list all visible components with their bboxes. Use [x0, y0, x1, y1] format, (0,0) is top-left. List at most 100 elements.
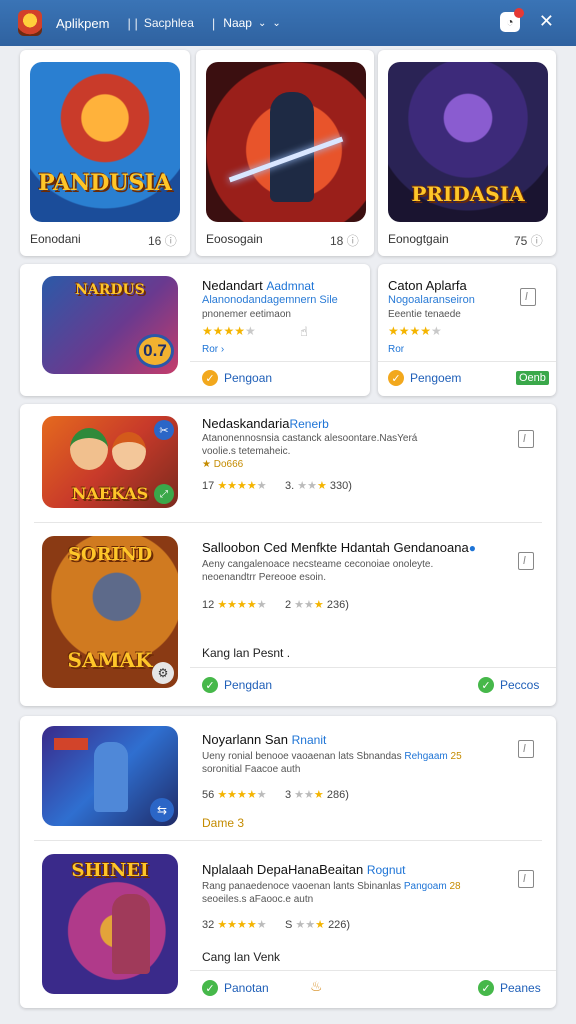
featured-art-title: PANDUSIA [38, 170, 172, 196]
hero-figure [94, 742, 128, 812]
bookmark-icon[interactable] [518, 740, 534, 758]
featured-card-2[interactable]: Eoosogain 18 ⓘ [196, 50, 374, 256]
featured-name: Eonogtgain [388, 232, 449, 246]
close-icon[interactable]: ✕ [539, 11, 554, 32]
divider [190, 361, 370, 362]
star-rating: ★★★★★ [388, 324, 442, 338]
secondary-button[interactable]: ✓ Peccos [478, 677, 539, 693]
featured-thumbnail[interactable] [206, 62, 366, 222]
app-title: Nplalaah DepaHanaBeaitan Rognut [202, 862, 406, 877]
bookmark-icon[interactable] [520, 288, 536, 306]
hero-silhouette [270, 92, 314, 202]
get-button-label: Pengoem [410, 371, 462, 385]
chevron-down-icon: ⌄ [272, 17, 281, 29]
expand-icon: ⤢ [154, 484, 174, 504]
app-logo-icon[interactable] [18, 10, 42, 36]
nav-dropdown[interactable]: Naap ⌄ ⌄ [223, 16, 280, 30]
app-description: Eeentie tenaede [388, 309, 461, 320]
app-thumbnail[interactable]: ⇆ [42, 726, 178, 826]
thumbs-up-icon[interactable]: ☝ [300, 324, 308, 340]
version-badge: 0.7 [136, 334, 174, 368]
hero-face [70, 428, 108, 470]
app-card-right[interactable]: Caton Aplarfa Nogoalaranseiron Eeentie t… [378, 264, 556, 396]
app-thumbnail[interactable]: NARDUS 0.7 [42, 276, 178, 374]
bell-icon: ◔ [506, 15, 514, 29]
extra-info: Dame 3 [202, 816, 245, 830]
rating-row: 17 ★★★★★ 3. ★★★ 330) [202, 480, 352, 492]
hero-figure [112, 894, 150, 974]
dropdown-glyph-icon: ⌄ [257, 17, 267, 29]
star-rating: ★★★★★ [202, 324, 256, 338]
check-icon: ✓ [202, 370, 218, 386]
app-title: Caton Aplarfa [388, 278, 467, 293]
rating-row: 12 ★★★★★ 2 ★★★ 236) [202, 599, 349, 611]
app-art-title: SHINEI [71, 860, 149, 881]
get-button[interactable]: ✓ Pengoem [388, 370, 461, 386]
app-thumbnail[interactable]: SHINEI [42, 854, 178, 994]
app-thumbnail[interactable]: SORIND SAMAK ⚙ [42, 536, 178, 688]
get-button[interactable]: ✓ Pengdan [202, 677, 272, 693]
more-link[interactable]: Ror [388, 344, 404, 355]
info-icon: ⓘ [530, 234, 543, 248]
status-badge: Oenb [516, 371, 549, 385]
bookmark-icon[interactable] [518, 870, 534, 888]
check-icon: ✓ [202, 980, 218, 996]
extra-info: Kang lan Pesnt . [202, 646, 291, 660]
nav-link-search[interactable]: Sacphlea [144, 16, 194, 30]
settings-icon: ⚙ [152, 662, 174, 684]
app-title: Salloobon Ced Menfkte Hdantah Gendanoana… [202, 540, 476, 555]
featured-count: 75 ⓘ [514, 234, 543, 248]
app-description: Atanonennosnsia castanck alesoontare.Nas… [202, 433, 418, 444]
nav-separator: | | [127, 15, 138, 31]
app-list-group-2: ⇆ Noyarlann San Rnanit Ueny ronial benoo… [20, 716, 556, 1008]
secondary-button[interactable]: ✓ Peanes [478, 980, 541, 996]
featured-count: 16 ⓘ [148, 234, 177, 248]
share-icon: ⇆ [150, 798, 174, 822]
app-name[interactable]: Aplikpem [56, 16, 109, 31]
app-description-2: soronitial Faacoe auth [202, 764, 301, 775]
app-title: NedaskandariaRenerb [202, 416, 329, 431]
extra-info: Cang lan Venk [202, 950, 281, 964]
app-card-left[interactable]: NARDUS 0.7 Nedandart Aadmnat Alanonodand… [20, 264, 370, 396]
secondary-button-label: Peccos [500, 678, 540, 692]
divider [190, 970, 556, 971]
divider [34, 840, 542, 841]
bookmark-icon[interactable] [518, 552, 534, 570]
get-button[interactable]: ✓ Pengoan [202, 370, 272, 386]
get-button-label: Panotan [224, 981, 269, 995]
featured-card-1[interactable]: PANDUSIA Eonodani 16 ⓘ [20, 50, 190, 256]
featured-card-3[interactable]: PRIDASIA Eonogtgain 75 ⓘ [378, 50, 556, 256]
hero-face-2 [112, 432, 146, 470]
check-icon: ✓ [388, 370, 404, 386]
check-icon: ✓ [478, 677, 494, 693]
app-art-top-title: SORIND [67, 544, 153, 565]
nav-separator-2: | [211, 15, 216, 31]
rating-row: 32 ★★★★★ S ★★★ 226) [202, 919, 351, 931]
featured-name: Eonodani [30, 232, 81, 246]
bookmark-icon[interactable] [518, 430, 534, 448]
notification-button[interactable]: ◔ [500, 8, 524, 32]
nav-dropdown-label: Naap [223, 16, 252, 30]
app-description: Rang panaedenoce vaoenan lants Sbinanlas… [202, 881, 461, 892]
app-description-2: seoeiles.s aFaooc.e autn [202, 894, 314, 905]
featured-thumbnail[interactable]: PRIDASIA [388, 62, 548, 222]
badge-text: ★ Do666 [202, 459, 244, 470]
divider [34, 522, 542, 523]
check-icon: ✓ [202, 677, 218, 693]
app-description-2: voolie.s tetemaheic. [202, 446, 291, 457]
featured-name: Eoosogain [206, 232, 263, 246]
app-thumbnail[interactable]: NAEKAS ✂ ⤢ [42, 416, 178, 508]
secondary-button-label: Peanes [500, 981, 541, 995]
info-icon: ⓘ [346, 234, 359, 248]
more-link[interactable]: Ror › [202, 344, 224, 355]
sign-shape [54, 738, 88, 750]
app-list-group-1: NAEKAS ✂ ⤢ NedaskandariaRenerb Atanonenn… [20, 404, 556, 706]
featured-thumbnail[interactable]: PANDUSIA [30, 62, 180, 222]
get-button[interactable]: ✓ Panotan [202, 980, 269, 996]
divider [190, 667, 556, 668]
featured-count: 18 ⓘ [330, 234, 359, 248]
app-title: Noyarlann San Rnanit [202, 732, 327, 747]
app-description: pnonemer eetimaon [202, 309, 291, 320]
tools-icon: ✂ [154, 420, 174, 440]
check-icon: ✓ [478, 980, 494, 996]
